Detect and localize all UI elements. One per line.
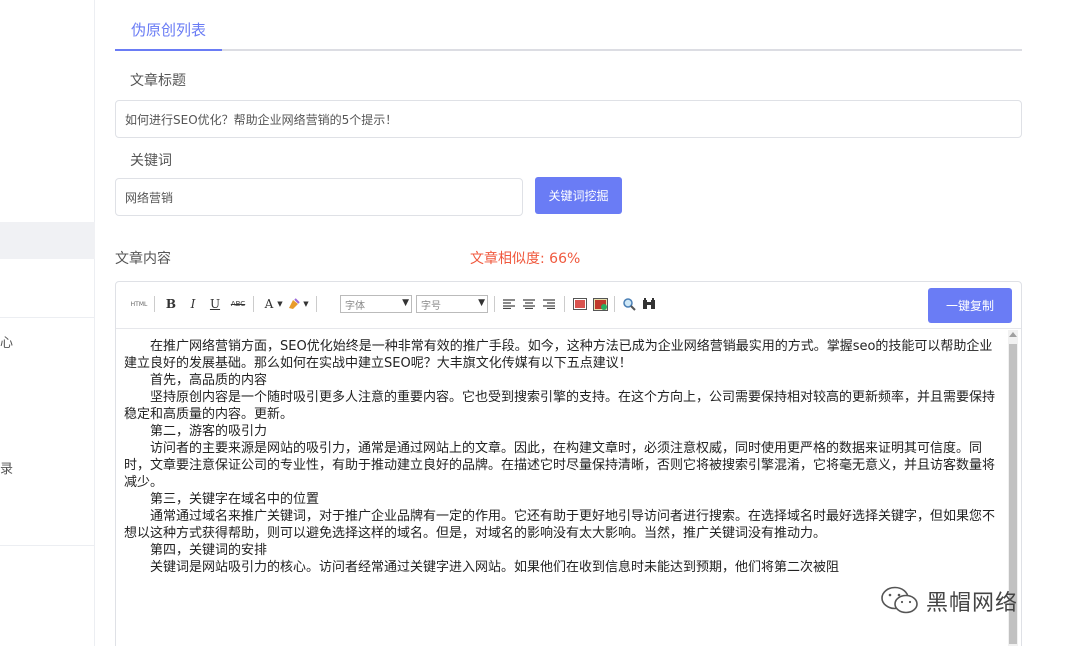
align-right-icon[interactable] bbox=[542, 294, 556, 314]
sidebar-divider bbox=[0, 317, 95, 318]
editor-toolbar: HTML B I U ABC A ▼ ▼ 字体 ▼ 字号 ▼ 一键复制 bbox=[116, 282, 1021, 329]
sidebar-divider bbox=[0, 545, 95, 546]
keyword-mining-button[interactable]: 关键词挖掘 bbox=[535, 177, 622, 214]
toolbar-divider bbox=[614, 296, 615, 312]
html-source-icon[interactable]: HTML bbox=[130, 294, 148, 314]
sidebar-item-label[interactable]: 心 bbox=[0, 332, 13, 351]
watermark: 黑帽网络 bbox=[880, 585, 1018, 617]
font-color-icon[interactable]: A bbox=[262, 294, 276, 314]
chevron-down-icon: ▼ bbox=[478, 298, 485, 308]
chevron-down-icon: ▼ bbox=[402, 298, 409, 308]
watermark-text: 黑帽网络 bbox=[926, 591, 1019, 616]
editor-content[interactable]: 在推广网络营销方面，SEO优化始终是一种非常有效的推广手段。如今，这种方法已成为… bbox=[116, 330, 1009, 646]
toolbar-divider bbox=[154, 296, 155, 312]
paragraph: 第三，关键字在域名中的位置 bbox=[150, 492, 320, 507]
zoom-icon[interactable] bbox=[621, 294, 637, 314]
font-family-select[interactable]: 字体 ▼ bbox=[340, 295, 412, 313]
font-size-select[interactable]: 字号 ▼ bbox=[416, 295, 488, 313]
paragraph: 第二，游客的吸引力 bbox=[150, 424, 268, 439]
strikethrough-icon[interactable]: ABC bbox=[229, 294, 247, 314]
bold-icon[interactable]: B bbox=[164, 294, 178, 314]
paragraph: 首先，高品质的内容 bbox=[150, 373, 268, 388]
keyword-input[interactable]: 网络营销 bbox=[115, 178, 523, 216]
toolbar-divider bbox=[253, 296, 254, 312]
scroll-up-icon[interactable] bbox=[1009, 332, 1017, 337]
sidebar-item-selected[interactable] bbox=[0, 222, 95, 259]
chevron-down-icon[interactable]: ▼ bbox=[302, 294, 310, 314]
toolbar-divider bbox=[494, 296, 495, 312]
toolbar-divider bbox=[316, 296, 317, 312]
similarity-text: 文章相似度: 66% bbox=[470, 251, 581, 267]
highlight-color-icon[interactable] bbox=[286, 294, 302, 314]
sidebar: 心 录 bbox=[0, 0, 95, 646]
tab-rewrite-list[interactable]: 伪原创列表 bbox=[115, 0, 223, 51]
font-size-placeholder: 字号 bbox=[421, 300, 441, 312]
content-label: 文章内容 bbox=[115, 251, 171, 267]
paragraph: 关键词是网站吸引力的核心。访问者经常通过关键字进入网站。如果他们在收到信息时未能… bbox=[150, 560, 840, 575]
title-input[interactable]: 如何进行SEO优化？帮助企业网络营销的5个提示！ bbox=[115, 100, 1022, 138]
chevron-down-icon[interactable]: ▼ bbox=[276, 294, 284, 314]
toolbar-divider bbox=[564, 296, 565, 312]
paragraph: 访问者的主要来源是网站的吸引力，通常是通过网站上的文章。因此，在构建文章时，必须… bbox=[124, 441, 996, 490]
italic-icon[interactable]: I bbox=[186, 294, 200, 314]
sidebar-item-label[interactable]: 录 bbox=[0, 458, 13, 477]
title-label: 文章标题 bbox=[130, 73, 186, 89]
paragraph: 通常通过域名来推广关键词，对于推广企业品牌有一定的作用。它还有助于更好地引导访问… bbox=[124, 509, 996, 541]
copy-all-button[interactable]: 一键复制 bbox=[928, 288, 1012, 323]
underline-icon[interactable]: U bbox=[208, 294, 222, 314]
find-binoculars-icon[interactable] bbox=[641, 294, 657, 314]
insert-media-icon[interactable] bbox=[592, 294, 608, 314]
keyword-label: 关键词 bbox=[130, 153, 172, 169]
paragraph: 在推广网络营销方面，SEO优化始终是一种非常有效的推广手段。如今，这种方法已成为… bbox=[124, 339, 993, 371]
align-left-icon[interactable] bbox=[502, 294, 516, 314]
tab-bar: 伪原创列表 bbox=[115, 0, 1022, 51]
wechat-icon bbox=[881, 586, 918, 614]
insert-image-icon[interactable] bbox=[572, 294, 588, 314]
paragraph: 坚持原创内容是一个随时吸引更多人注意的重要内容。它也受到搜索引擎的支持。在这个方… bbox=[124, 390, 996, 422]
font-family-placeholder: 字体 bbox=[345, 300, 365, 312]
paragraph: 第四，关键词的安排 bbox=[150, 543, 268, 558]
align-center-icon[interactable] bbox=[522, 294, 536, 314]
